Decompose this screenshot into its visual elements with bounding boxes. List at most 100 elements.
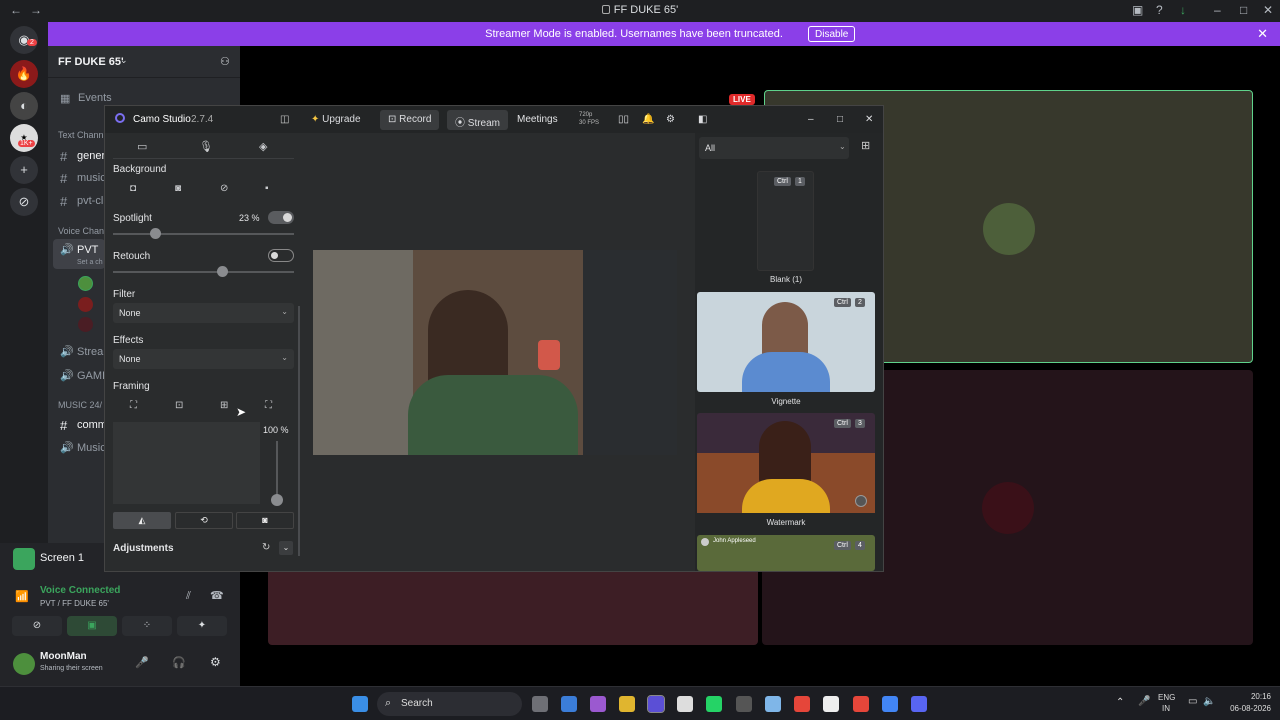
scene-filter-select[interactable]: All ⌄	[699, 137, 849, 159]
camera-preview[interactable]	[313, 250, 677, 455]
search-box[interactable]: ⌕ Search	[377, 692, 522, 716]
banner-close-icon[interactable]: ✕	[1257, 26, 1268, 42]
video-tab-icon[interactable]: ▭	[137, 140, 147, 153]
screen-label[interactable]: Screen 1	[40, 552, 84, 564]
avatar[interactable]	[78, 317, 93, 332]
network-icon[interactable]: ▭	[1188, 696, 1197, 707]
copilot-icon[interactable]	[590, 696, 606, 712]
volume-icon[interactable]: 🔈	[1203, 696, 1215, 707]
inbox-icon[interactable]: ▣	[1132, 3, 1143, 17]
voice-channels-header[interactable]: Voice Chann	[58, 226, 109, 236]
background-blur-icon[interactable]: ◙	[175, 183, 181, 194]
filter-select[interactable]: None ⌄	[113, 303, 294, 323]
retouch-slider[interactable]	[113, 266, 294, 277]
grid-view-icon[interactable]: ⊞	[861, 139, 870, 152]
microphone-icon[interactable]: 🎤	[135, 656, 149, 669]
scene-blank[interactable]	[757, 171, 814, 271]
avatar[interactable]	[78, 276, 93, 291]
camo-settings-icon[interactable]: ⚙	[666, 114, 675, 125]
retouch-slider-knob[interactable]	[216, 266, 228, 277]
noise-suppression-icon[interactable]: ⫽	[186, 590, 191, 603]
spotlight-slider[interactable]	[113, 228, 294, 239]
framing-preview[interactable]	[113, 422, 260, 504]
discord-taskbar-icon[interactable]	[911, 696, 927, 712]
mirror-button[interactable]: ◭	[113, 512, 171, 529]
channel-item[interactable]: comm	[77, 419, 107, 431]
rotate-button[interactable]: ⟲	[175, 512, 233, 529]
scrollbar[interactable]	[298, 306, 300, 556]
voice-status[interactable]: Voice Connected	[40, 585, 120, 596]
mic-tray-icon[interactable]: 🎤	[1138, 696, 1150, 707]
user-avatar[interactable]	[13, 653, 35, 675]
guild-header[interactable]: FF DUKE 65' ⌄ ⚇	[48, 46, 240, 78]
scene-vignette[interactable]	[697, 292, 875, 392]
record-button[interactable]: ⊡ Record	[380, 110, 440, 130]
windows-start-icon[interactable]	[352, 696, 368, 712]
layout-icon[interactable]: ▯▯	[618, 114, 629, 125]
add-server-icon[interactable]: +	[10, 156, 38, 184]
sidebar-toggle-icon[interactable]: ◫	[280, 114, 289, 125]
help-icon[interactable]: ?	[1156, 3, 1163, 17]
text-channels-header[interactable]: Text Chann	[58, 130, 104, 140]
layers-tab-icon[interactable]: ◈	[259, 140, 267, 153]
screen-share-button[interactable]: ▣	[67, 616, 117, 636]
chrome-icon[interactable]	[794, 696, 810, 712]
clock-time[interactable]: 20:16	[1221, 692, 1271, 701]
stream-tile[interactable]	[268, 570, 758, 645]
download-icon[interactable]: ↓	[1180, 3, 1186, 17]
meetings-button[interactable]: Meetings	[509, 110, 566, 130]
tray-chevron-icon[interactable]: ⌃	[1116, 697, 1124, 708]
store-icon[interactable]	[561, 696, 577, 712]
server-icon[interactable]: ◐	[10, 92, 38, 120]
events-item[interactable]: Events	[78, 92, 112, 104]
background-remove-icon[interactable]: ⊘	[220, 183, 228, 194]
server-icon[interactable]: 🔥	[10, 60, 38, 88]
camo-close-icon[interactable]: ✕	[865, 114, 873, 125]
whatsapp-icon[interactable]	[706, 696, 722, 712]
capcut-icon[interactable]	[823, 696, 839, 712]
zoom-slider-knob[interactable]	[271, 494, 283, 506]
app-icon[interactable]	[736, 696, 752, 712]
background-replace-icon[interactable]: ▪	[265, 183, 269, 194]
camo-taskbar-icon[interactable]	[647, 695, 665, 713]
settings-taskbar-icon[interactable]	[677, 696, 693, 712]
voice-location[interactable]: PVT / FF DUKE 65'	[40, 599, 109, 608]
snapshot-button[interactable]: ◙	[236, 512, 294, 529]
disconnect-icon[interactable]: ☎	[210, 589, 224, 602]
app-icon[interactable]	[765, 696, 781, 712]
language-label[interactable]: ENG	[1158, 693, 1175, 702]
retouch-toggle[interactable]	[268, 249, 294, 262]
region-label[interactable]: IN	[1162, 704, 1170, 713]
disable-button[interactable]: Disable	[808, 26, 856, 42]
minimize-icon[interactable]: –	[1214, 3, 1221, 17]
scene-watermark[interactable]	[697, 413, 875, 513]
close-icon[interactable]: ✕	[1263, 3, 1273, 17]
music-category-header[interactable]: MUSIC 24/	[58, 400, 102, 410]
spotlight-toggle[interactable]	[268, 211, 294, 224]
activities-button[interactable]: ⁘	[122, 616, 172, 636]
audio-tab-icon[interactable]: 🎙	[199, 140, 213, 153]
framing-face-icon[interactable]: ⊡	[175, 400, 183, 411]
chevron-down-icon[interactable]: ⌄	[279, 541, 293, 555]
bell-icon[interactable]: 🔔	[642, 114, 654, 125]
clock-date[interactable]: 06-08-2026	[1221, 704, 1271, 713]
server-icon[interactable]: ★	[10, 124, 38, 152]
spotlight-slider-knob[interactable]	[149, 228, 161, 239]
user-name[interactable]: MoonMan	[40, 651, 87, 662]
channel-item[interactable]: Strea	[77, 346, 103, 358]
chrome-icon[interactable]	[853, 696, 869, 712]
panel-toggle-icon[interactable]: ◧	[698, 114, 707, 125]
channel-item[interactable]: PVT	[77, 244, 98, 256]
adjustments-label[interactable]: Adjustments	[113, 543, 174, 554]
framing-auto-icon[interactable]: ⛶	[130, 400, 137, 411]
background-none-icon[interactable]: ◘	[130, 183, 136, 194]
maximize-icon[interactable]: □	[1240, 3, 1247, 17]
zoom-slider[interactable]	[271, 441, 283, 506]
discover-icon[interactable]: ⊘	[10, 188, 38, 216]
effects-select[interactable]: None ⌄	[113, 349, 294, 369]
reset-icon[interactable]: ↻	[262, 542, 270, 553]
stream-button[interactable]: ⦿ Stream	[447, 110, 509, 130]
camo-maximize-icon[interactable]: □	[837, 114, 843, 125]
task-view-icon[interactable]	[532, 696, 548, 712]
camo-minimize-icon[interactable]: –	[808, 114, 814, 125]
